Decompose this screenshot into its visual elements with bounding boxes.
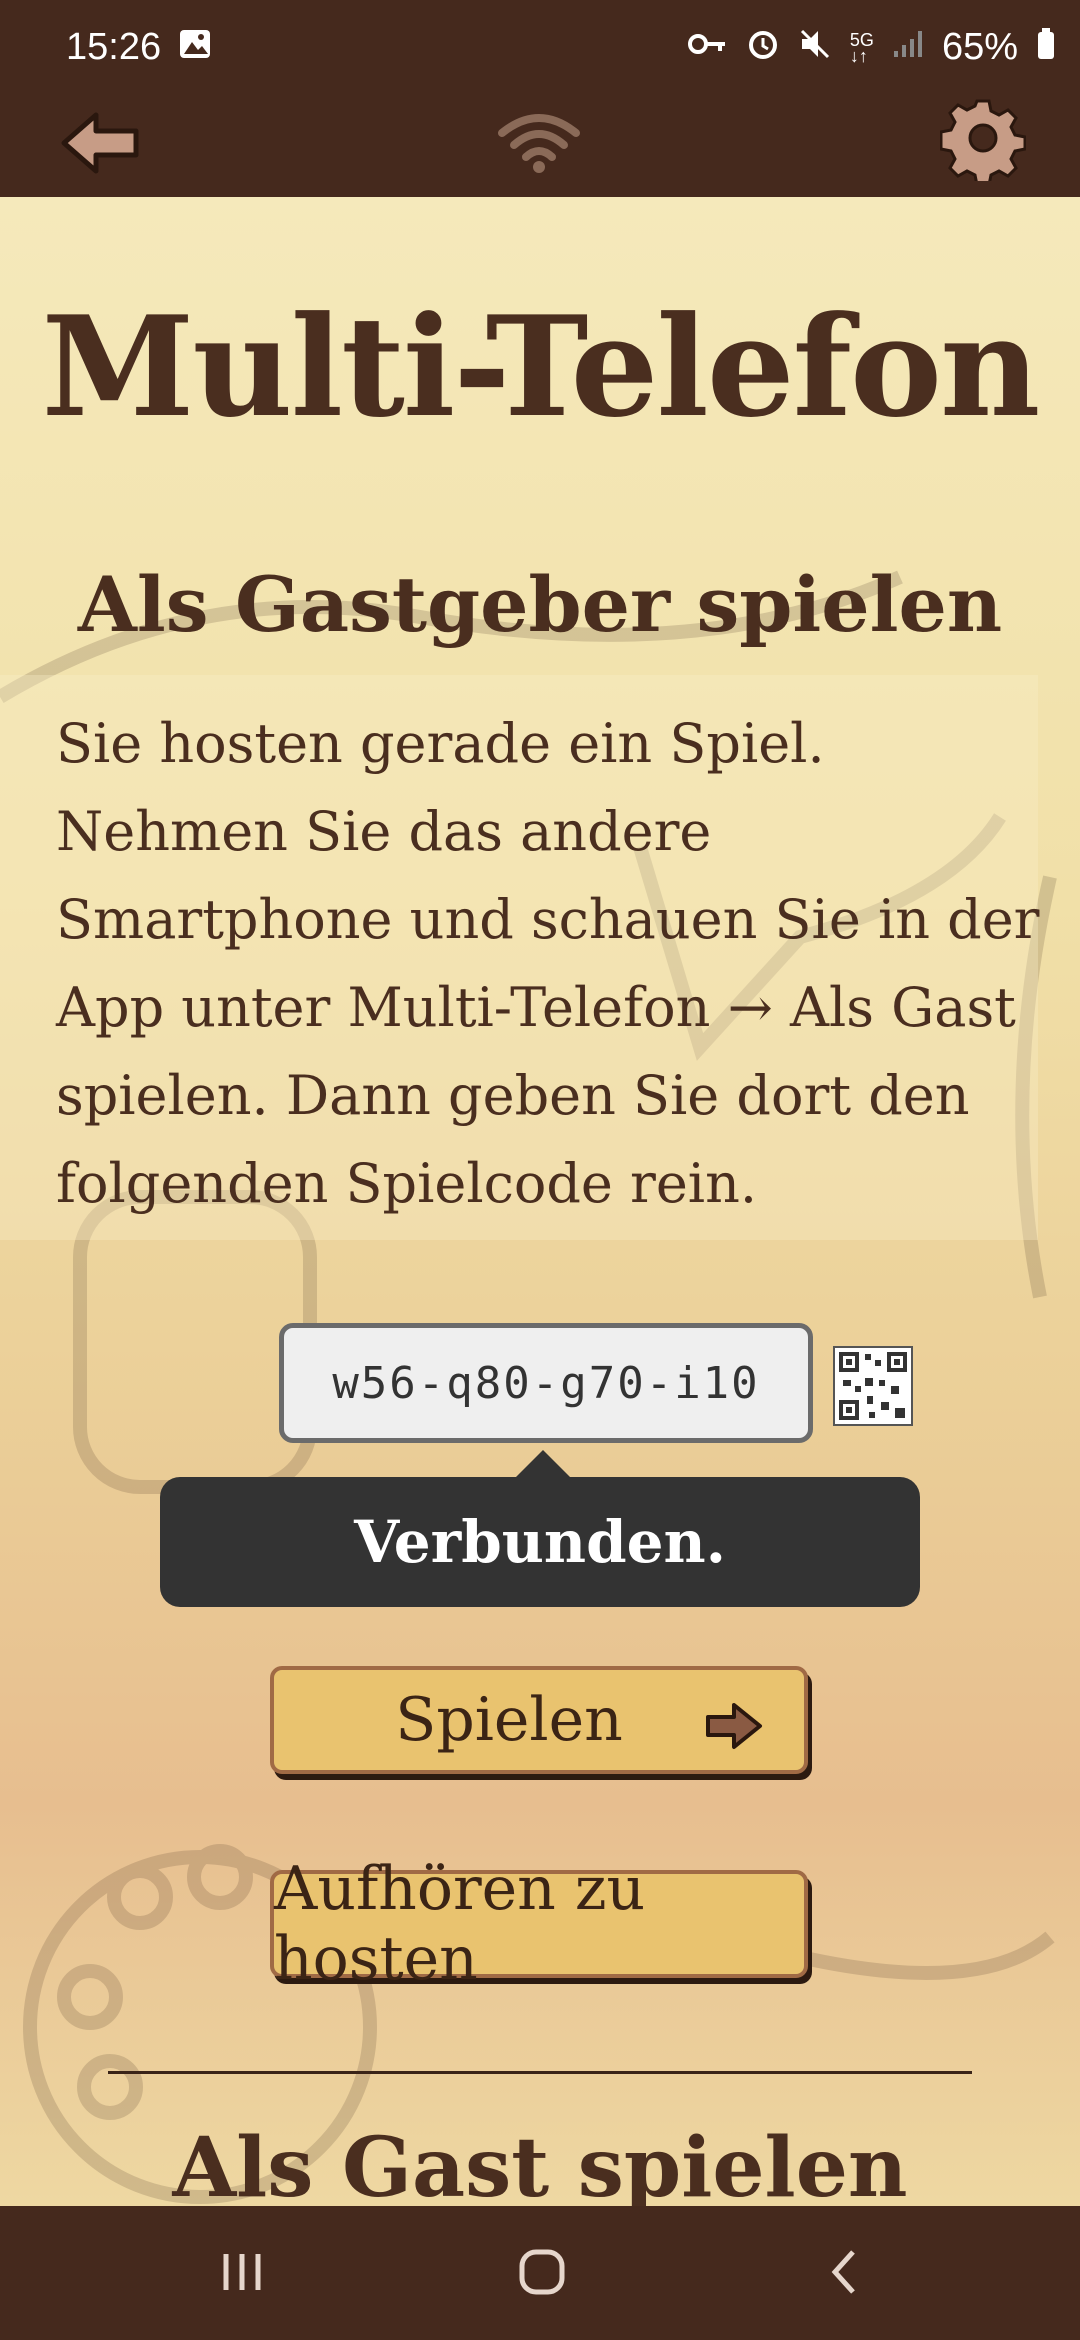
back-arrow-icon[interactable]	[56, 103, 146, 183]
page-title: Multi-Telefon	[41, 285, 1041, 448]
game-code-field[interactable]: w56-q80-g70-i10	[279, 1323, 813, 1443]
qr-code-icon[interactable]	[833, 1346, 913, 1426]
play-button-label: Spielen	[395, 1685, 623, 1755]
stop-hosting-button[interactable]: Aufhören zu hosten	[270, 1854, 808, 1994]
app-toolbar	[0, 95, 1080, 197]
mute-icon	[798, 27, 832, 69]
gear-icon[interactable]	[939, 95, 1027, 187]
section-divider	[108, 2071, 972, 2074]
section-heading-guest: Als Gast spielen	[172, 2120, 908, 2216]
image-icon	[178, 28, 212, 68]
5g-icon: 5G ↓↑	[849, 29, 874, 66]
section-heading-host: Als Gastgeber spielen	[77, 560, 1003, 649]
battery-text: 65%	[941, 26, 1018, 68]
host-instructions: Sie hosten gerade ein Spiel. Nehmen Sie …	[56, 712, 1040, 1215]
alarm-icon	[746, 27, 780, 69]
connection-status-tooltip: Verbunden.	[160, 1477, 920, 1607]
tooltip-pointer	[515, 1450, 571, 1478]
back-nav-icon[interactable]	[815, 2242, 875, 2302]
wifi-icon[interactable]	[494, 99, 584, 179]
recent-apps-icon[interactable]	[212, 2242, 272, 2302]
system-nav-bar	[0, 2206, 1080, 2340]
arrow-right-icon	[704, 1696, 764, 1749]
status-bar: 15:26 5G ↓↑ 65%	[0, 0, 1080, 95]
key-icon	[687, 29, 728, 67]
status-time: 15:26	[66, 26, 162, 68]
home-icon[interactable]	[512, 2242, 572, 2302]
signal-icon	[892, 29, 924, 67]
play-button[interactable]: Spielen	[270, 1666, 808, 1774]
battery-icon	[1036, 27, 1056, 68]
status-icons: 5G ↓↑ 65%	[687, 26, 1056, 69]
